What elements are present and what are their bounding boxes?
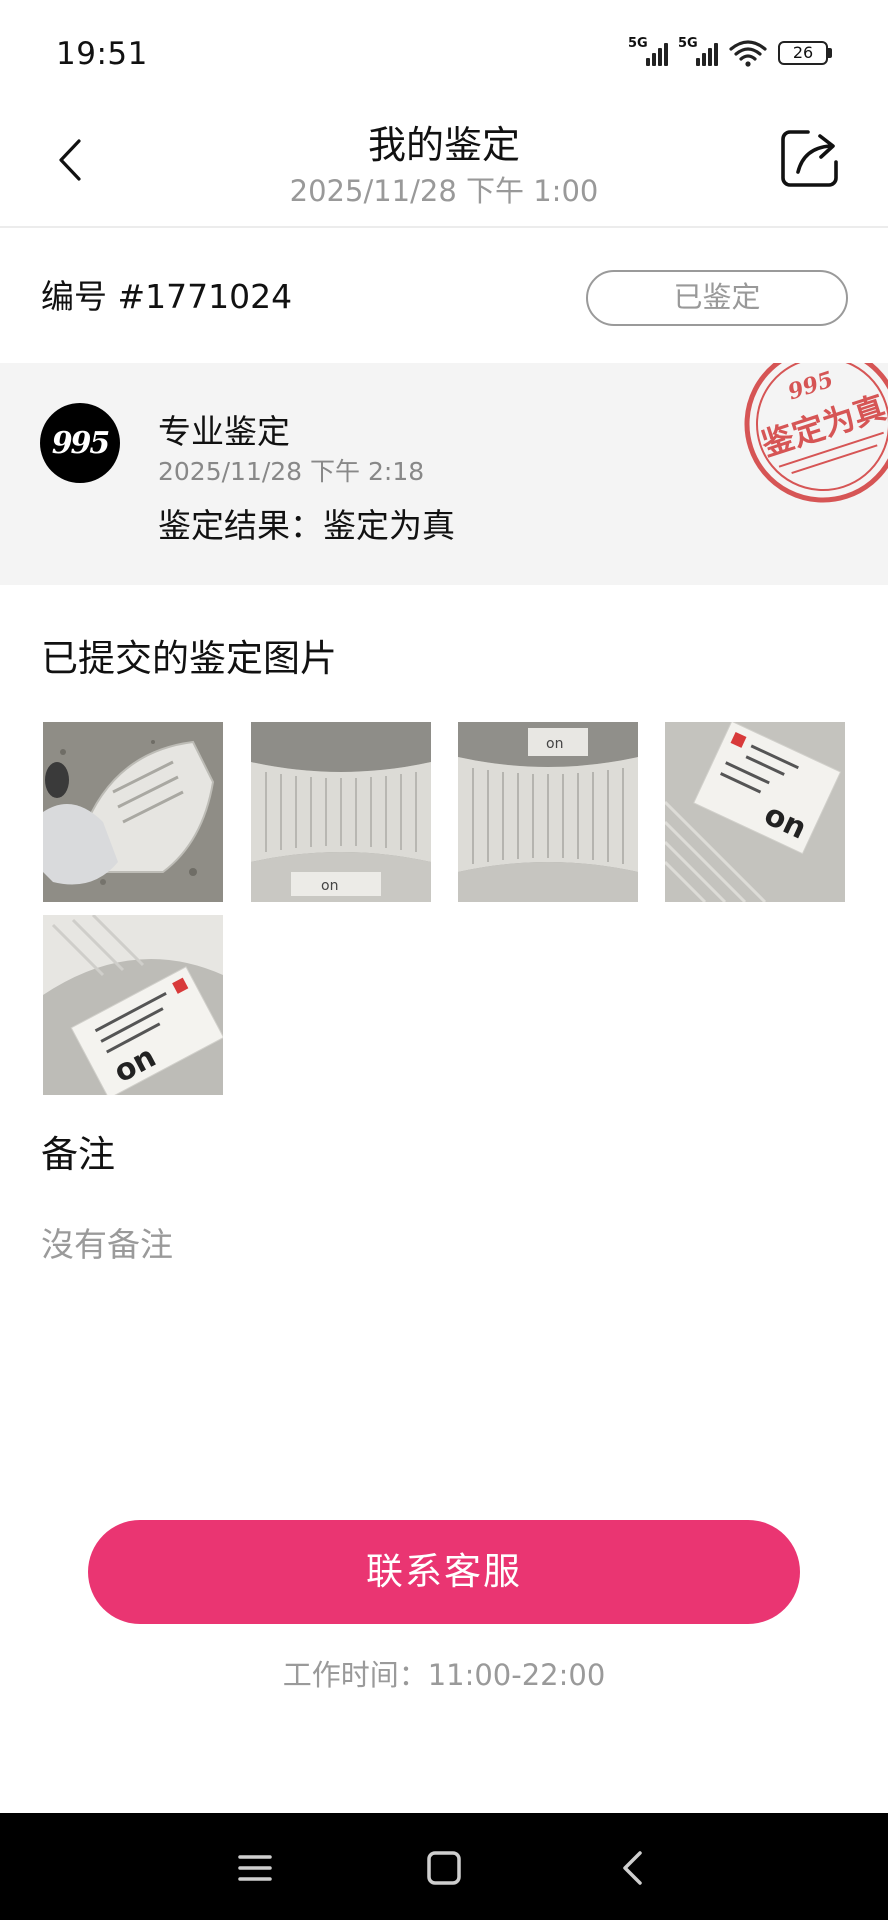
submitted-image-5[interactable]: on [43, 915, 223, 1095]
appraisal-result: 鉴定结果：鉴定为真 [158, 506, 455, 545]
working-hours: 工作时间：11:00-22:00 [282, 1658, 606, 1692]
page-title: 我的鉴定 [367, 123, 520, 167]
system-nav-bar [0, 1813, 888, 1920]
contact-support-button[interactable]: 联系客服 [88, 1520, 800, 1624]
submitted-image-1[interactable] [43, 722, 223, 902]
svg-text:on: on [546, 736, 563, 752]
notes-empty-text: 沒有备注 [41, 1225, 173, 1264]
back-icon[interactable] [608, 1843, 658, 1893]
status-icons: 5G 5G 26 [628, 36, 832, 68]
share-icon [781, 130, 838, 187]
wifi-icon [729, 40, 767, 67]
menu-icon[interactable] [230, 1843, 280, 1893]
battery-level: 26 [778, 41, 828, 65]
appraisal-type: 专业鉴定 [158, 412, 290, 451]
appraisal-time: 2025/11/28 下午 2:18 [158, 457, 425, 486]
signal-type-label: 5G [678, 36, 698, 51]
appraisal-result-card: 995 专业鉴定 2025/11/28 下午 2:18 鉴定结果：鉴定为真 99… [0, 363, 888, 585]
submitted-image-2[interactable]: on [251, 722, 431, 902]
status-bar: 19:51 5G 5G 26 [0, 0, 888, 100]
authentic-stamp: 995 鉴定为真 [744, 363, 888, 503]
status-badge: 已鉴定 [586, 270, 848, 326]
signal-type-label: 5G [628, 36, 648, 51]
svg-text:on: on [321, 878, 338, 894]
svg-text:995: 995 [785, 366, 837, 405]
images-section-title: 已提交的鉴定图片 [41, 637, 337, 680]
order-id: 编号 #1771024 [41, 277, 293, 316]
order-id-row: 编号 #1771024 已鉴定 [0, 230, 888, 360]
page-subtitle: 2025/11/28 下午 1:00 [289, 174, 599, 208]
home-icon[interactable] [419, 1843, 469, 1893]
notes-section-title: 备注 [41, 1133, 115, 1176]
appraiser-logo: 995 [40, 403, 120, 483]
page-header: 我的鉴定 2025/11/28 下午 1:00 [0, 100, 888, 228]
submitted-image-3[interactable]: on [458, 722, 638, 902]
status-time: 19:51 [56, 36, 148, 72]
signal-icon: 5G [628, 36, 668, 66]
signal-icon: 5G [678, 36, 718, 66]
battery-icon: 26 [778, 41, 832, 65]
submitted-image-4[interactable]: on [665, 722, 845, 902]
share-button[interactable] [778, 126, 842, 190]
